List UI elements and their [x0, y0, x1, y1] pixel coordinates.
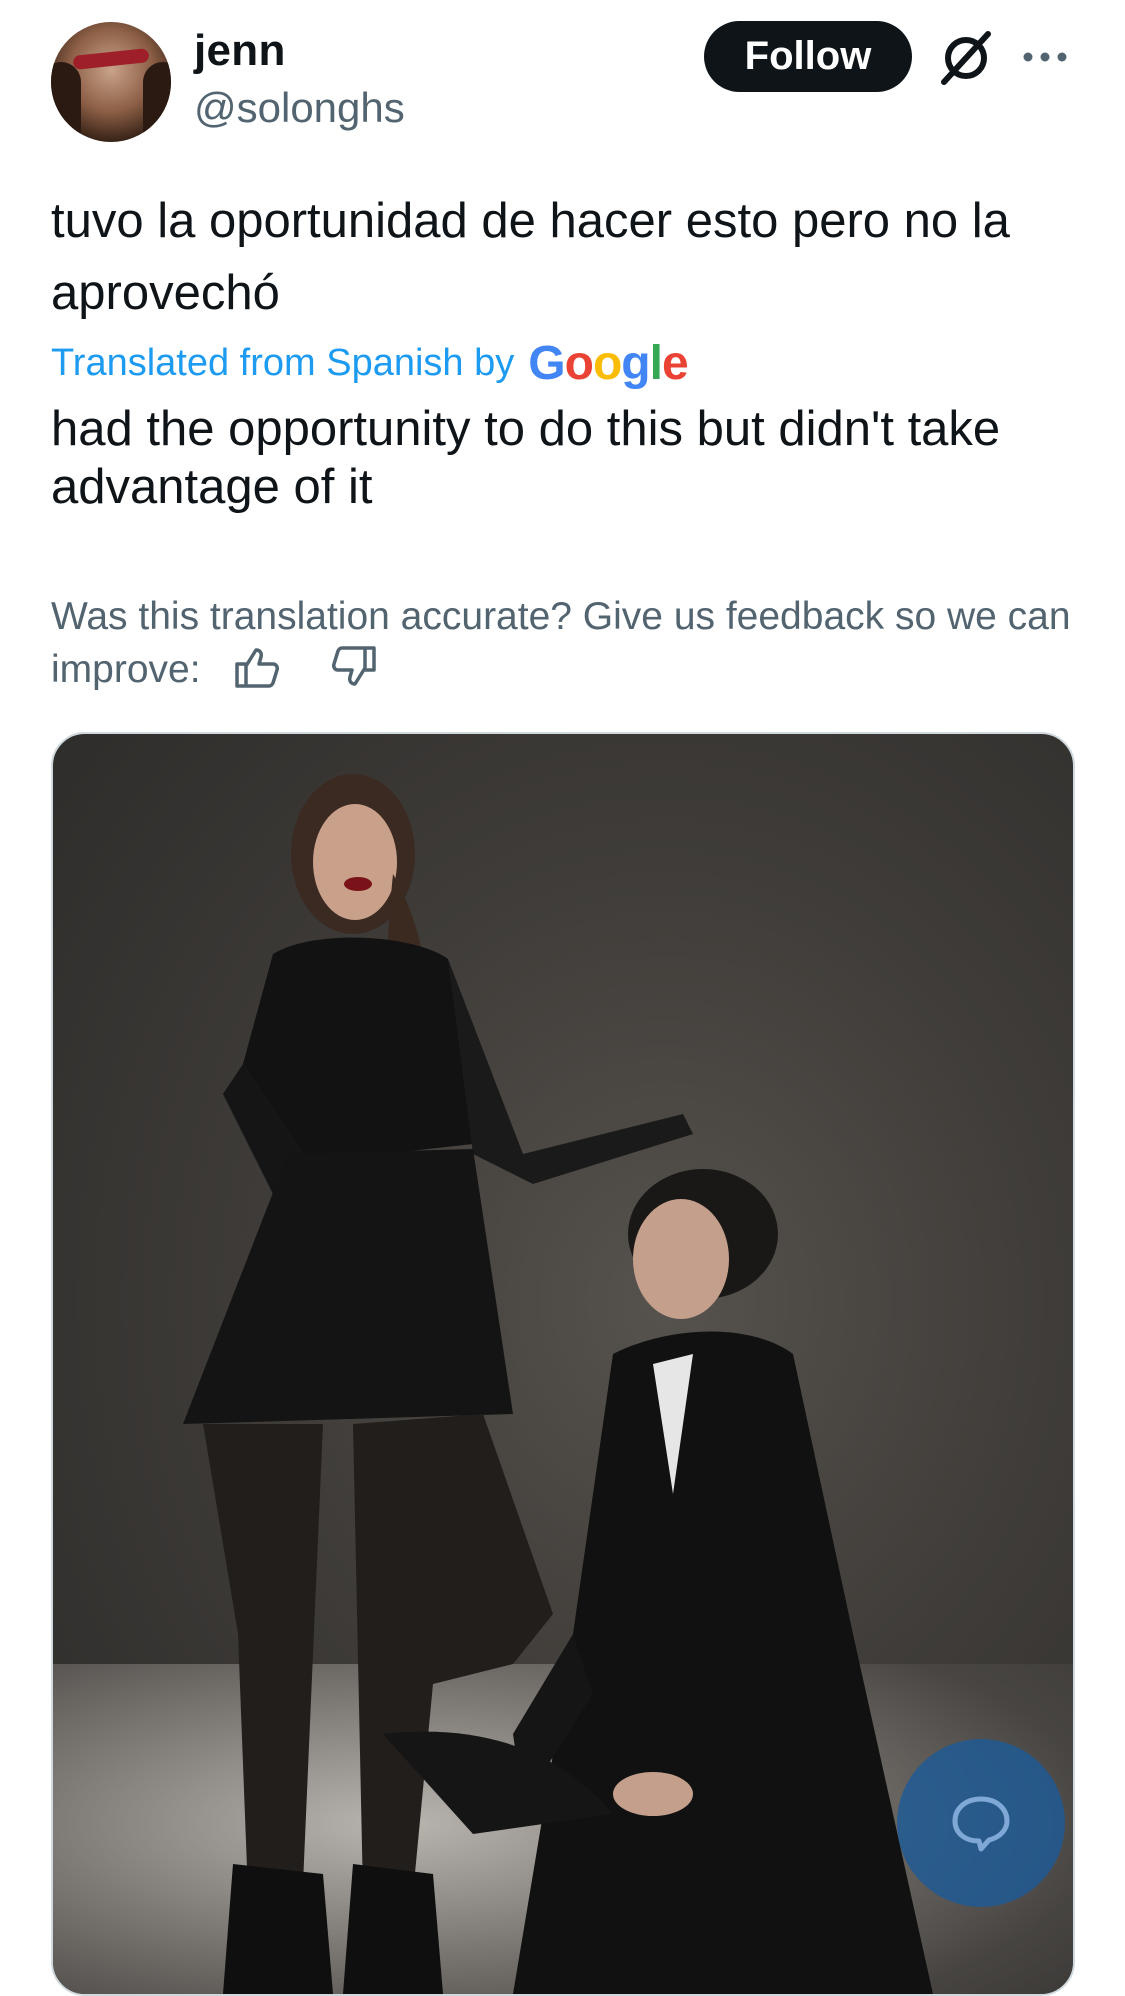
author-handle[interactable]: @solonghs	[194, 84, 405, 132]
grok-icon[interactable]	[938, 30, 994, 86]
thumbs-up-icon[interactable]	[231, 642, 281, 692]
chat-button[interactable]	[897, 1739, 1065, 1907]
translation-text: had the opportunity to do this but didn'…	[51, 402, 1001, 514]
follow-button[interactable]: Follow	[704, 21, 912, 92]
translation-attribution: Translated from Spanish by Google	[51, 335, 689, 391]
thumbs-down-icon[interactable]	[330, 642, 380, 692]
chat-bubble-icon	[952, 1796, 1010, 1852]
more-icon[interactable]	[1020, 30, 1070, 80]
author-display-name[interactable]: jenn	[194, 26, 286, 76]
google-logo: Google	[528, 336, 688, 390]
avatar-hair	[143, 62, 171, 142]
tweet-text: tuvo la oportunidad de hacer esto pero n…	[51, 194, 1010, 320]
tweet-header: jenn @solonghs Follow	[0, 0, 1125, 150]
feedback-prompt: Was this translation accurate? Give us f…	[51, 595, 1071, 691]
translated-from-label[interactable]: Translated from Spanish by	[51, 342, 514, 385]
avatar[interactable]	[51, 22, 171, 142]
avatar-headband	[72, 48, 150, 70]
avatar-hair	[51, 62, 81, 142]
translation-feedback: Was this translation accurate? Give us f…	[51, 592, 1081, 695]
